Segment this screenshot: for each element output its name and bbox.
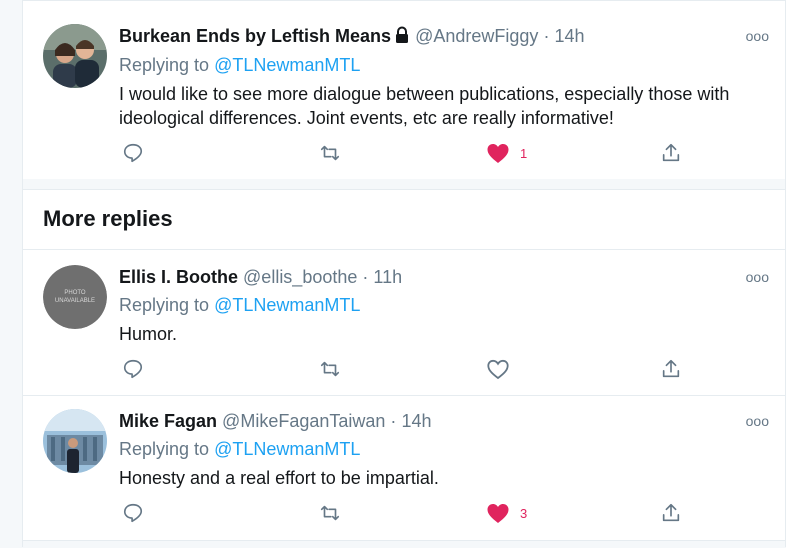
more-options-icon[interactable]: ooo — [746, 28, 769, 44]
separator-dot: · — [390, 411, 397, 431]
separator-dot: · — [543, 26, 550, 46]
share-button[interactable] — [660, 142, 682, 164]
tweet[interactable]: Mike Fagan @MikeFaganTaiwan · 14h ooo Re… — [23, 396, 785, 540]
retweet-button[interactable] — [319, 502, 341, 524]
heart-icon — [487, 504, 509, 523]
more-options-icon[interactable]: ooo — [746, 413, 769, 429]
retweet-button[interactable] — [319, 358, 341, 380]
heart-icon — [487, 144, 509, 163]
username[interactable]: @AndrewFiggy — [415, 26, 538, 46]
timestamp[interactable]: 14h — [554, 26, 584, 46]
reply-button[interactable] — [122, 358, 144, 380]
avatar[interactable] — [43, 24, 107, 88]
like-button[interactable]: 3 — [486, 502, 527, 524]
mention-link[interactable]: @TLNewmanMTL — [214, 439, 360, 459]
like-count: 3 — [520, 505, 528, 521]
section-divider — [23, 179, 785, 190]
replying-to-label: Replying to — [119, 295, 215, 315]
avatar-photo — [43, 409, 107, 473]
tweet-text: I would like to see more dialogue betwee… — [119, 84, 730, 128]
like-count: 1 — [520, 145, 528, 161]
like-button[interactable] — [486, 358, 520, 380]
reply-icon — [123, 503, 143, 523]
heart-outline-icon — [487, 359, 509, 380]
username[interactable]: @ellis_boothe — [243, 267, 357, 287]
tweet-text: Honesty and a real effort to be impartia… — [119, 468, 439, 488]
avatar[interactable]: PHOTO UNAVAILABLE — [43, 265, 107, 329]
separator-dot: · — [362, 267, 369, 287]
lock-icon — [394, 26, 410, 50]
like-button[interactable]: 1 — [486, 142, 527, 164]
avatar[interactable] — [43, 409, 107, 473]
timestamp[interactable]: 14h — [401, 411, 431, 431]
replying-to: Replying to @TLNewmanMTL — [119, 53, 360, 77]
mention-link[interactable]: @TLNewmanMTL — [214, 295, 360, 315]
share-button[interactable] — [660, 358, 682, 380]
retweet-icon — [320, 361, 340, 377]
share-button[interactable] — [660, 502, 682, 524]
share-icon — [662, 143, 680, 162]
username[interactable]: @MikeFaganTaiwan — [222, 411, 385, 431]
replying-to: Replying to @TLNewmanMTL — [119, 437, 360, 461]
retweet-icon — [320, 505, 340, 521]
share-icon — [662, 503, 680, 522]
reply-button[interactable] — [122, 502, 144, 524]
replying-to-label: Replying to — [119, 439, 215, 459]
reply-icon — [123, 359, 143, 379]
display-name[interactable]: Mike Fagan — [119, 411, 217, 431]
reply-button[interactable] — [122, 142, 144, 164]
avatar-photo — [43, 24, 107, 88]
mention-link[interactable]: @TLNewmanMTL — [214, 55, 360, 75]
tweet[interactable]: PHOTO UNAVAILABLE Ellis I. Boothe @ellis… — [23, 250, 785, 396]
share-icon — [662, 359, 680, 378]
replying-to: Replying to @TLNewmanMTL — [119, 293, 360, 317]
replies-column: Burkean Ends by Leftish Means @AndrewFig… — [22, 0, 785, 548]
tweet-text: Humor. — [119, 324, 178, 344]
tweet-header: Mike Fagan @MikeFaganTaiwan · 14h — [119, 409, 431, 433]
retweet-button[interactable] — [319, 142, 341, 164]
reply-icon — [123, 143, 143, 163]
display-name[interactable]: Burkean Ends by Leftish Means — [119, 26, 391, 46]
retweet-icon — [320, 145, 340, 161]
tweet-header: Ellis I. Boothe @ellis_boothe · 11h — [119, 265, 402, 289]
timestamp[interactable]: 11h — [373, 267, 402, 287]
display-name[interactable]: Ellis I. Boothe — [119, 267, 238, 287]
replying-to-label: Replying to — [119, 55, 215, 75]
photo-unavailable-label: PHOTO UNAVAILABLE — [54, 290, 96, 304]
more-options-icon[interactable]: ooo — [746, 269, 769, 285]
tweet[interactable]: Burkean Ends by Leftish Means @AndrewFig… — [23, 0, 785, 179]
section-heading: More replies — [43, 206, 173, 231]
tweet-header: Burkean Ends by Leftish Means @AndrewFig… — [119, 24, 585, 50]
